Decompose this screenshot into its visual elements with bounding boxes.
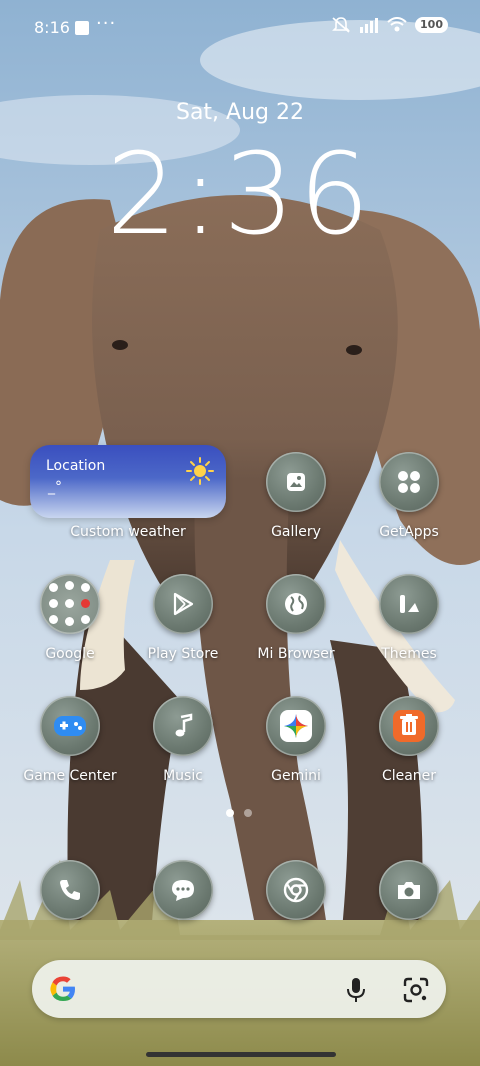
phone-app[interactable] xyxy=(40,860,100,920)
getapps-icon xyxy=(398,471,420,493)
duo-mini-icon xyxy=(81,615,90,624)
themes-icon xyxy=(400,595,419,613)
gallery-app[interactable] xyxy=(266,452,326,512)
phone-icon xyxy=(60,880,80,900)
music-label: Music xyxy=(163,768,203,784)
photos-mini-icon xyxy=(49,615,58,624)
weather-temperature: _° xyxy=(48,479,62,495)
mi-browser-label: Mi Browser xyxy=(257,646,335,662)
clock[interactable]: 2:36 xyxy=(0,130,480,260)
play-store-app[interactable] xyxy=(153,574,213,634)
maps-mini-icon xyxy=(81,583,90,592)
drive-mini-icon xyxy=(49,599,58,608)
status-right: 100 xyxy=(331,16,448,34)
music-note-icon xyxy=(175,713,193,737)
trash-icon xyxy=(393,710,425,742)
gesture-navigation-bar[interactable] xyxy=(146,1052,336,1057)
messages-app[interactable] xyxy=(153,860,213,920)
game-center-label: Game Center xyxy=(23,768,117,784)
gmail-mini-icon xyxy=(65,581,74,590)
themes-app[interactable] xyxy=(379,574,439,634)
game-center-app[interactable] xyxy=(40,696,100,756)
google-folder[interactable] xyxy=(40,574,100,634)
gamepad-icon xyxy=(54,716,86,736)
play-store-icon xyxy=(173,592,194,616)
gallery-label: Gallery xyxy=(271,524,321,540)
themes-label: Themes xyxy=(381,646,437,662)
gemini-icon xyxy=(280,710,312,742)
cleaner-label: Cleaner xyxy=(381,768,437,784)
play-store-label: Play Store xyxy=(147,646,219,662)
chrome-app[interactable] xyxy=(266,860,326,920)
globe-icon xyxy=(285,593,307,615)
page-indicator xyxy=(226,809,252,817)
google-mini-icon xyxy=(49,583,58,592)
weather-widget[interactable]: Location _° xyxy=(30,445,226,518)
camera-icon xyxy=(398,882,420,899)
youtube-mini-icon xyxy=(81,599,90,608)
camera-app[interactable] xyxy=(379,860,439,920)
getapps-label: GetApps xyxy=(379,524,439,540)
overflow-dots-icon: ··· xyxy=(96,13,117,34)
gemini-label: Gemini xyxy=(271,768,321,784)
chrome-icon xyxy=(283,877,309,903)
files-mini-icon xyxy=(65,617,74,626)
google-lens-icon[interactable] xyxy=(402,976,430,1004)
notification-square-icon xyxy=(75,21,89,35)
message-bubble-icon xyxy=(172,880,194,901)
sun-icon xyxy=(186,457,214,485)
signal-icon xyxy=(360,18,379,33)
gemini-app[interactable] xyxy=(266,696,326,756)
page-dot[interactable] xyxy=(244,809,252,817)
meet-mini-icon xyxy=(65,599,74,608)
weather-widget-label: Custom weather xyxy=(70,524,186,540)
status-time: 8:16 xyxy=(34,18,70,37)
cleaner-app[interactable] xyxy=(379,696,439,756)
google-g-icon xyxy=(50,976,75,1001)
weather-location: Location xyxy=(46,458,106,474)
mute-icon xyxy=(332,17,350,33)
battery-level: 100 xyxy=(415,17,448,33)
gallery-icon xyxy=(287,473,305,491)
google-search-bar[interactable] xyxy=(32,960,446,1018)
mi-browser-app[interactable] xyxy=(266,574,326,634)
microphone-icon[interactable] xyxy=(344,976,368,1004)
page-dot-active[interactable] xyxy=(226,809,234,817)
wifi-icon xyxy=(387,17,407,32)
google-folder-label: Google xyxy=(45,646,95,662)
music-app[interactable] xyxy=(153,696,213,756)
getapps-app[interactable] xyxy=(379,452,439,512)
status-bar: 8:16 ··· 100 xyxy=(0,0,480,56)
date-label: Sat, Aug 22 xyxy=(175,100,304,125)
